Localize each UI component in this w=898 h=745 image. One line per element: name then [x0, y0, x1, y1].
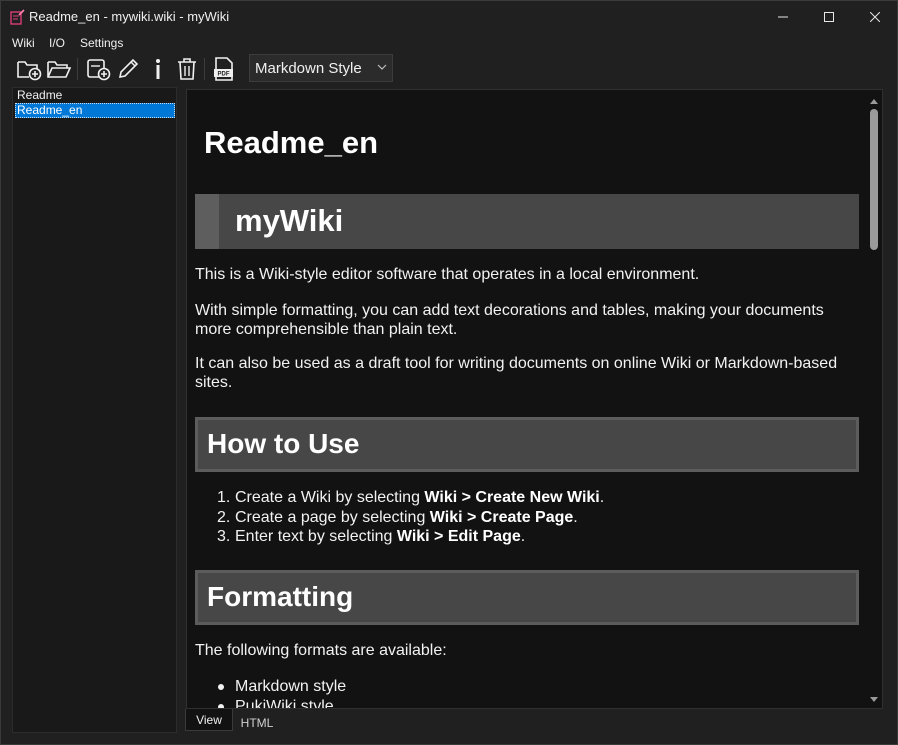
- new-page-button[interactable]: [84, 55, 112, 83]
- menu-settings[interactable]: Settings: [80, 36, 123, 50]
- formatting-intro: The following formats are available:: [195, 642, 447, 659]
- heading-formatting: Formatting: [195, 570, 859, 625]
- list-bold: Wiki > Create New Wiki: [424, 489, 600, 506]
- scroll-down-icon[interactable]: [869, 695, 879, 705]
- export-pdf-button[interactable]: PDF: [210, 55, 238, 83]
- page-item-readme[interactable]: Readme: [15, 88, 175, 103]
- heading-how-to-use: How to Use: [195, 417, 859, 472]
- list-item: PukiWiki style: [218, 697, 346, 709]
- app-window: Readme_en - mywiki.wiki - myWiki Wiki I/…: [0, 0, 898, 745]
- open-wiki-button[interactable]: [45, 55, 73, 83]
- formats-list: Markdown style PukiWiki style: [218, 677, 347, 709]
- tab-view[interactable]: View: [185, 709, 233, 731]
- close-button[interactable]: [852, 1, 898, 33]
- title-bar: Readme_en - mywiki.wiki - myWiki: [1, 1, 897, 33]
- toolbar-separator: [204, 58, 205, 80]
- heading-accent: [195, 194, 219, 249]
- toolbar-separator: [77, 58, 78, 80]
- delete-page-button[interactable]: [173, 55, 201, 83]
- list-text: Enter text by selecting: [235, 528, 397, 545]
- list-item: 3. Enter text by selecting Wiki > Edit Pa…: [217, 527, 604, 547]
- info-icon: [156, 59, 160, 79]
- scroll-up-icon[interactable]: [869, 96, 879, 106]
- list-bold: Wiki > Create Page: [429, 508, 574, 526]
- list-bold: Wiki > Edit Page: [396, 528, 521, 545]
- folder-open-icon: [47, 61, 72, 78]
- intro-paragraph: It can also be used as a draft tool for …: [195, 355, 838, 391]
- page-viewer: Readme_en myWiki This is a Wiki-style ed…: [186, 89, 883, 709]
- page-list: Readme Readme_en: [12, 87, 177, 733]
- window-title: Readme_en - mywiki.wiki - myWiki: [29, 9, 230, 24]
- vertical-scrollbar[interactable]: [867, 93, 881, 707]
- list-text: PukiWiki style: [235, 697, 334, 709]
- heading-text: myWiki: [235, 203, 344, 238]
- list-text: .: [599, 489, 605, 506]
- list-item: 1. Create a Wiki by selecting Wiki > Crea…: [217, 488, 605, 508]
- style-select-value: Markdown Style: [255, 60, 362, 77]
- bullet: [218, 684, 224, 690]
- folder-add-icon: [17, 61, 42, 81]
- minimize-button[interactable]: [760, 1, 806, 33]
- book-pencil-icon: [10, 9, 25, 25]
- toolbar: PDF Markdown Style: [1, 53, 897, 85]
- list-number: 1.: [217, 489, 231, 506]
- intro-paragraph: This is a Wiki-style editor software tha…: [195, 266, 700, 283]
- heading-text: How to Use: [207, 428, 360, 459]
- menu-io[interactable]: I/O: [49, 36, 65, 50]
- info-button[interactable]: [144, 55, 172, 83]
- list-number: 3.: [217, 528, 231, 545]
- page-title: Readme_en: [204, 125, 379, 160]
- new-wiki-button[interactable]: [15, 55, 43, 83]
- list-item: 2. Create a page by selecting Wiki > Crea…: [217, 508, 604, 528]
- steps-list: 1. Create a Wiki by selecting Wiki > Crea…: [217, 488, 605, 547]
- page-item-readme-en[interactable]: Readme_en: [15, 103, 175, 118]
- list-item: Markdown style: [218, 677, 347, 697]
- scrollbar-thumb[interactable]: [870, 109, 878, 250]
- list-text: .: [520, 528, 526, 545]
- maximize-icon: [824, 12, 834, 22]
- list-text: Markdown style: [235, 678, 347, 695]
- pencil-icon: [118, 58, 139, 79]
- list-text: Create a page by selecting: [235, 508, 430, 526]
- maximize-button[interactable]: [806, 1, 852, 33]
- pdf-icon: PDF: [214, 57, 233, 81]
- list-number: 2.: [217, 508, 231, 526]
- list-text: Create a Wiki by selecting: [235, 489, 425, 506]
- svg-text:PDF: PDF: [218, 72, 230, 78]
- intro-paragraph: With simple formatting, you can add text…: [195, 302, 824, 338]
- tab-html[interactable]: HTML: [233, 712, 281, 734]
- menu-bar: Wiki I/O Settings: [1, 33, 897, 53]
- close-icon: [870, 12, 880, 22]
- minimize-icon: [778, 16, 788, 18]
- chevron-down-icon: [377, 64, 387, 70]
- trash-icon: [178, 58, 196, 80]
- heading-mywiki: myWiki: [195, 194, 859, 249]
- edit-page-button[interactable]: [114, 55, 142, 83]
- menu-wiki[interactable]: Wiki: [12, 36, 35, 50]
- style-select[interactable]: Markdown Style: [249, 54, 393, 82]
- list-text: .: [573, 508, 578, 526]
- heading-text: Formatting: [207, 581, 354, 612]
- page-add-icon: [87, 59, 111, 81]
